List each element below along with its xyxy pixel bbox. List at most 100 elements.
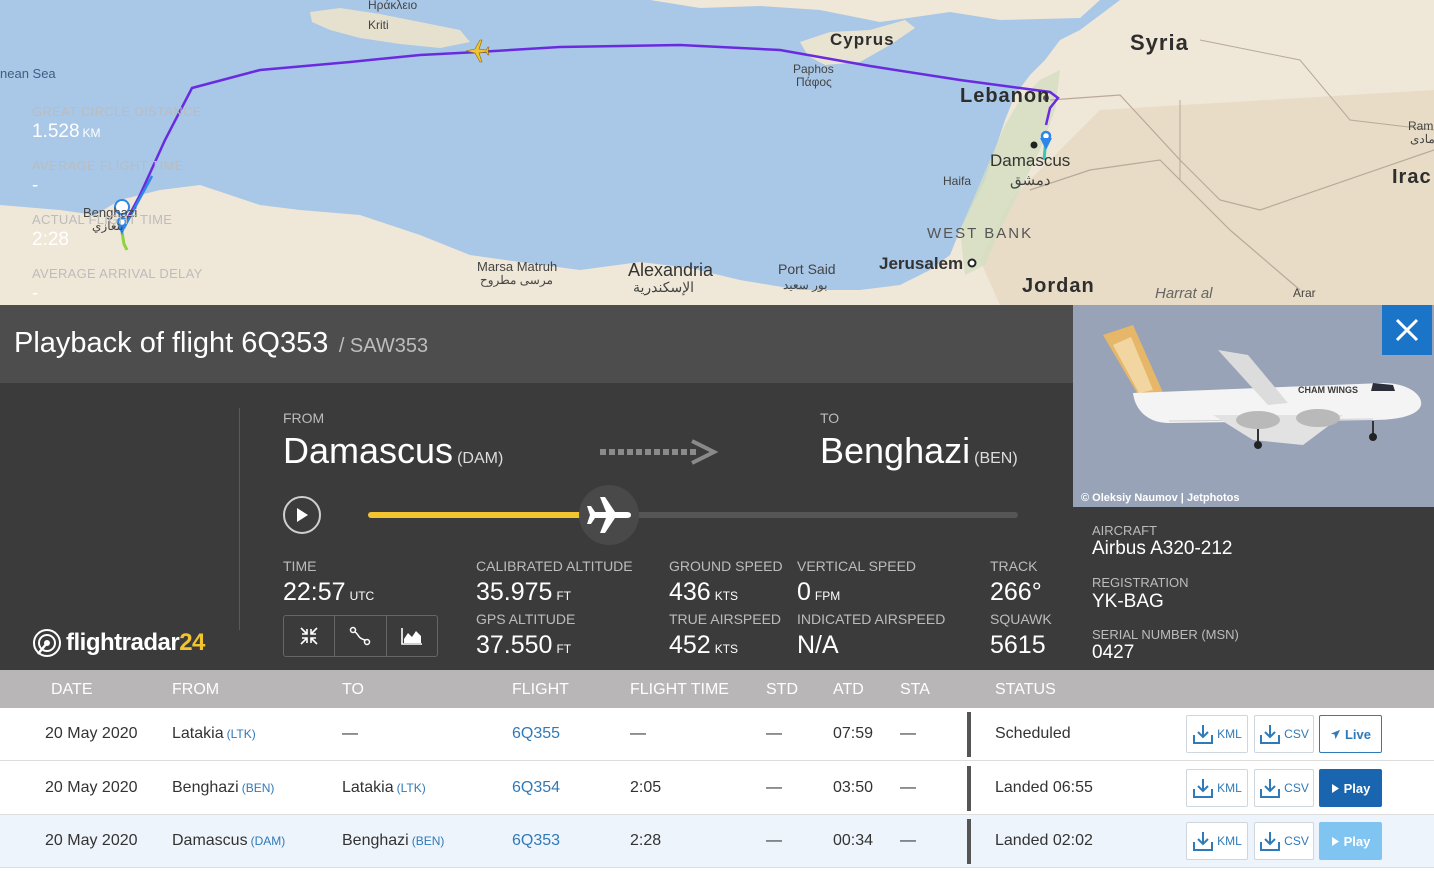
map-label-portsaid-ar: بور سعيد: [783, 278, 828, 292]
cell-flight-link[interactable]: 6Q355: [512, 725, 560, 743]
cell-date: 20 May 2020: [45, 832, 138, 849]
map-label-arar: Arar: [1293, 286, 1316, 300]
callsign: / SAW353: [338, 335, 429, 357]
cell-sta: —: [900, 779, 916, 796]
stat-value: -: [32, 283, 39, 304]
map-label-haifa: Haifa: [943, 174, 972, 188]
true-airspeed-unit: KTS: [714, 642, 739, 656]
cal-alt-unit: FT: [556, 589, 572, 603]
registration-label: REGISTRATION: [1092, 575, 1189, 590]
stat-actual-time: ACTUAL FLIGHT TIME 2:28: [32, 212, 232, 266]
route-arrow-icon: [600, 439, 719, 465]
from-city: Damascus: [283, 430, 454, 471]
cell-from-code: (LTK): [226, 727, 256, 741]
col-status: STATUS: [995, 681, 1056, 698]
play-icon: [297, 508, 308, 522]
map-label-harrat: Harrat al: [1155, 285, 1213, 302]
status-indicator: [967, 766, 971, 811]
map-label-sea: nean Sea: [0, 66, 56, 81]
map-label-portsaid: Port Said: [778, 261, 836, 277]
col-date: DATE: [51, 681, 93, 698]
csv-download-button[interactable]: CSV: [1254, 715, 1314, 753]
cell-to-code: (LTK): [396, 781, 426, 795]
map-label-heraklion: Ηράκλειο: [368, 0, 418, 12]
collapse-arrows-icon: [300, 627, 318, 645]
graph-view-button[interactable]: [387, 616, 437, 656]
stat-value: 2:28: [32, 229, 69, 250]
cell-std: —: [766, 832, 782, 849]
csv-label: CSV: [1284, 781, 1309, 795]
status-indicator: [967, 712, 971, 757]
map-label-damascus: Damascus: [990, 151, 1071, 170]
playback-scrubber[interactable]: [578, 485, 639, 545]
to-code: (BEN): [974, 450, 1018, 467]
cell-flight-link[interactable]: 6Q353: [512, 832, 560, 850]
true-airspeed-value: 452: [669, 631, 711, 659]
cal-alt-label: CALIBRATED ALTITUDE: [476, 558, 633, 574]
play-button[interactable]: Play: [1319, 822, 1382, 860]
aircraft-card: CHAM WINGS © Oleksiy Naumov | Jetphotos …: [1073, 305, 1434, 670]
kml-download-button[interactable]: KML: [1186, 769, 1248, 807]
csv-download-button[interactable]: CSV: [1254, 822, 1314, 860]
cell-flight-link[interactable]: 6Q354: [512, 779, 560, 797]
cell-status: Scheduled: [995, 725, 1071, 742]
cell-atd: 07:59: [833, 725, 874, 742]
kml-label: KML: [1217, 727, 1242, 741]
live-button[interactable]: Live: [1319, 715, 1382, 753]
gps-alt-unit: FT: [556, 642, 572, 656]
ground-speed-label: GROUND SPEED: [669, 558, 783, 574]
stat-distance: GREAT CIRCLE DISTANCE 1.528 KM: [32, 104, 232, 158]
map-label-kriti: Kriti: [368, 18, 389, 32]
fit-view-button[interactable]: [284, 616, 336, 656]
cell-to-code: (BEN): [411, 834, 445, 848]
route-view-button[interactable]: [335, 616, 387, 656]
radar-icon: [33, 629, 61, 657]
from-label: FROM: [283, 410, 325, 426]
play-button[interactable]: Play: [1319, 769, 1382, 807]
table-row[interactable]: 20 May 2020 Latakia (LTK) — 6Q355 — — 07:59 — Sch…: [0, 708, 1434, 761]
stat-unit: KM: [82, 126, 101, 140]
stat-delay: AVERAGE ARRIVAL DELAY -: [32, 266, 232, 320]
play-icon: [1331, 836, 1339, 846]
col-flight: FLIGHT: [512, 681, 569, 698]
view-toolbar: [283, 615, 438, 657]
cell-from-code: (DAM): [250, 834, 286, 848]
play-icon: [1331, 783, 1339, 793]
kml-download-button[interactable]: KML: [1186, 715, 1248, 753]
cell-from: Latakia: [172, 725, 224, 742]
csv-label: CSV: [1284, 727, 1309, 741]
flightradar24-logo[interactable]: flightradar24: [32, 628, 205, 658]
map-label-damascus-ar: دمشق: [1010, 172, 1051, 189]
cell-atd: 00:34: [833, 832, 874, 849]
map-label-paphos-gr: Πάφος: [796, 75, 832, 89]
close-button[interactable]: [1382, 305, 1432, 355]
table-row[interactable]: 20 May 2020 Benghazi (BEN) Latakia (LTK) 6Q35…: [0, 762, 1434, 815]
map-label-lebanon: Lebanon: [960, 85, 1051, 107]
squawk-label: SQUAWK: [990, 611, 1052, 627]
track-label: TRACK: [990, 558, 1038, 574]
action-label: Play: [1343, 833, 1371, 849]
cell-sta: —: [900, 725, 916, 742]
cell-std: —: [766, 779, 782, 796]
download-icon: [1193, 832, 1214, 851]
playback-play-button[interactable]: [283, 496, 321, 534]
map-label-alexandria: Alexandria: [628, 260, 714, 280]
registration-value: YK-BAG: [1092, 591, 1164, 612]
cell-to: —: [342, 725, 358, 742]
serial-label: SERIAL NUMBER (MSN): [1092, 627, 1239, 642]
download-icon: [1260, 832, 1281, 851]
playback-timeline[interactable]: [368, 512, 1018, 518]
kml-download-button[interactable]: KML: [1186, 822, 1248, 860]
cell-date: 20 May 2020: [45, 725, 138, 742]
cell-atd: 03:50: [833, 779, 874, 796]
photo-credit[interactable]: © Oleksiy Naumov | Jetphotos: [1081, 492, 1240, 504]
gps-alt-label: GPS ALTITUDE: [476, 611, 576, 627]
chart-icon: [401, 628, 422, 645]
csv-download-button[interactable]: CSV: [1254, 769, 1314, 807]
aircraft-photo[interactable]: CHAM WINGS © Oleksiy Naumov | Jetphotos: [1073, 305, 1434, 507]
map-label-paphos: Paphos: [793, 62, 834, 76]
plane-icon: [1330, 729, 1341, 739]
map-label-ram: Ram: [1408, 119, 1434, 133]
table-row[interactable]: 20 May 2020 Damascus (DAM) Benghazi (BEN) 6Q3…: [0, 815, 1434, 868]
cell-from: Benghazi: [172, 779, 239, 796]
